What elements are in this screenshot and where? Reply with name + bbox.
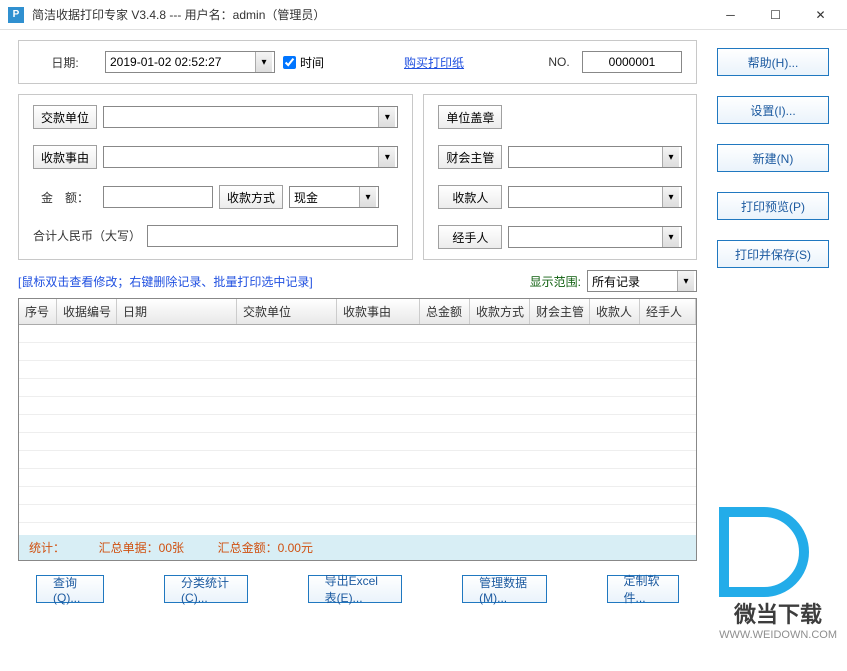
app-icon: P [8,7,24,23]
new-button[interactable]: 新建(N) [717,144,829,172]
export-excel-button[interactable]: 导出Excel表(E)... [308,575,403,603]
date-label: 日期: [33,54,97,71]
buy-paper-link[interactable]: 购买打印纸 [404,54,464,71]
range-label: 显示范围: [530,273,581,290]
top-row: 日期: 2019-01-02 02:52:27 时间 购买打印纸 NO. [18,40,697,84]
side-buttons: 帮助(H)... 设置(I)... 新建(N) 打印预览(P) 打印并保存(S) [717,40,829,617]
table-row[interactable] [19,451,696,469]
bottom-bar: 查询(Q)... 分类统计(C)... 导出Excel表(E)... 管理数据(… [18,561,697,617]
minimize-button[interactable]: ─ [708,0,753,30]
amount-cn-field[interactable] [147,225,398,247]
table-row[interactable] [19,343,696,361]
pay-method-combo[interactable]: 现金 [289,186,379,208]
col-receipt-no[interactable]: 收据编号 [57,299,117,324]
table-row[interactable] [19,415,696,433]
reason-button[interactable]: 收款事由 [33,145,97,169]
table-row[interactable] [19,505,696,523]
col-method[interactable]: 收款方式 [470,299,530,324]
table-row[interactable] [19,469,696,487]
table-row[interactable] [19,325,696,343]
col-payer[interactable]: 交款单位 [237,299,337,324]
col-handler[interactable]: 经手人 [640,299,696,324]
col-total[interactable]: 总金额 [420,299,470,324]
amount-cn-label: 合计人民币（大写） [33,230,141,242]
table-row[interactable] [19,397,696,415]
handler-combo[interactable] [508,226,682,248]
payer-button[interactable]: 交款单位 [33,105,97,129]
summary-amount: 汇总金额：0.00元 [218,541,313,555]
range-combo[interactable]: 所有记录 [587,270,697,292]
col-supervisor[interactable]: 财会主管 [530,299,590,324]
amount-field[interactable] [103,186,213,208]
handler-button[interactable]: 经手人 [438,225,502,249]
payer-combo[interactable] [103,106,398,128]
settings-button[interactable]: 设置(I)... [717,96,829,124]
payee-button[interactable]: 收款人 [438,185,502,209]
titlebar: P 简洁收据打印专家 V3.4.8 --- 用户名：admin（管理员） ─ ☐… [0,0,847,30]
time-checkbox-label: 时间 [300,54,324,71]
query-button[interactable]: 查询(Q)... [36,575,104,603]
col-payee[interactable]: 收款人 [590,299,640,324]
help-button[interactable]: 帮助(H)... [717,48,829,76]
reason-combo[interactable] [103,146,398,168]
grid-header: 序号 收据编号 日期 交款单位 收款事由 总金额 收款方式 财会主管 收款人 经… [19,299,696,325]
supervisor-combo[interactable] [508,146,682,168]
time-checkbox-wrap[interactable]: 时间 [283,54,324,71]
col-seq[interactable]: 序号 [19,299,57,324]
amount-label: 金 额： [33,189,97,206]
table-row[interactable] [19,379,696,397]
stamp-button[interactable]: 单位盖章 [438,105,502,129]
payee-combo[interactable] [508,186,682,208]
grid-body[interactable] [19,325,696,535]
col-date[interactable]: 日期 [117,299,237,324]
manage-data-button[interactable]: 管理数据(M)... [462,575,546,603]
table-row[interactable] [19,361,696,379]
custom-software-button[interactable]: 定制软件... [607,575,679,603]
window-title: 简洁收据打印专家 V3.4.8 --- 用户名：admin（管理员） [32,6,708,23]
print-save-button[interactable]: 打印并保存(S) [717,240,829,268]
summary-row: 统计： 汇总单据：00张 汇总金额：0.00元 [19,535,696,560]
time-checkbox[interactable] [283,56,296,69]
table-row[interactable] [19,487,696,505]
form-right: 单位盖章 财会主管 收款人 经手人 [423,94,697,260]
no-label: NO. [544,55,574,69]
print-preview-button[interactable]: 打印预览(P) [717,192,829,220]
date-picker[interactable]: 2019-01-02 02:52:27 [105,51,275,73]
hint-text: [鼠标双击查看修改；右键删除记录、批量打印选中记录] [18,273,530,290]
pay-method-button[interactable]: 收款方式 [219,185,283,209]
watermark-url: WWW.WEIDOWN.COM [719,629,837,641]
summary-label: 统计： [29,541,65,555]
col-reason[interactable]: 收款事由 [337,299,420,324]
category-stats-button[interactable]: 分类统计(C)... [164,575,248,603]
close-button[interactable]: ✕ [798,0,843,30]
supervisor-button[interactable]: 财会主管 [438,145,502,169]
record-grid[interactable]: 序号 收据编号 日期 交款单位 收款事由 总金额 收款方式 财会主管 收款人 经… [18,298,697,561]
summary-count: 汇总单据：00张 [99,541,184,555]
no-field[interactable] [582,51,682,73]
form-left: 交款单位 收款事由 金 额： 收款方式 现金 合计人民币（大写） [18,94,413,260]
maximize-button[interactable]: ☐ [753,0,798,30]
table-row[interactable] [19,433,696,451]
